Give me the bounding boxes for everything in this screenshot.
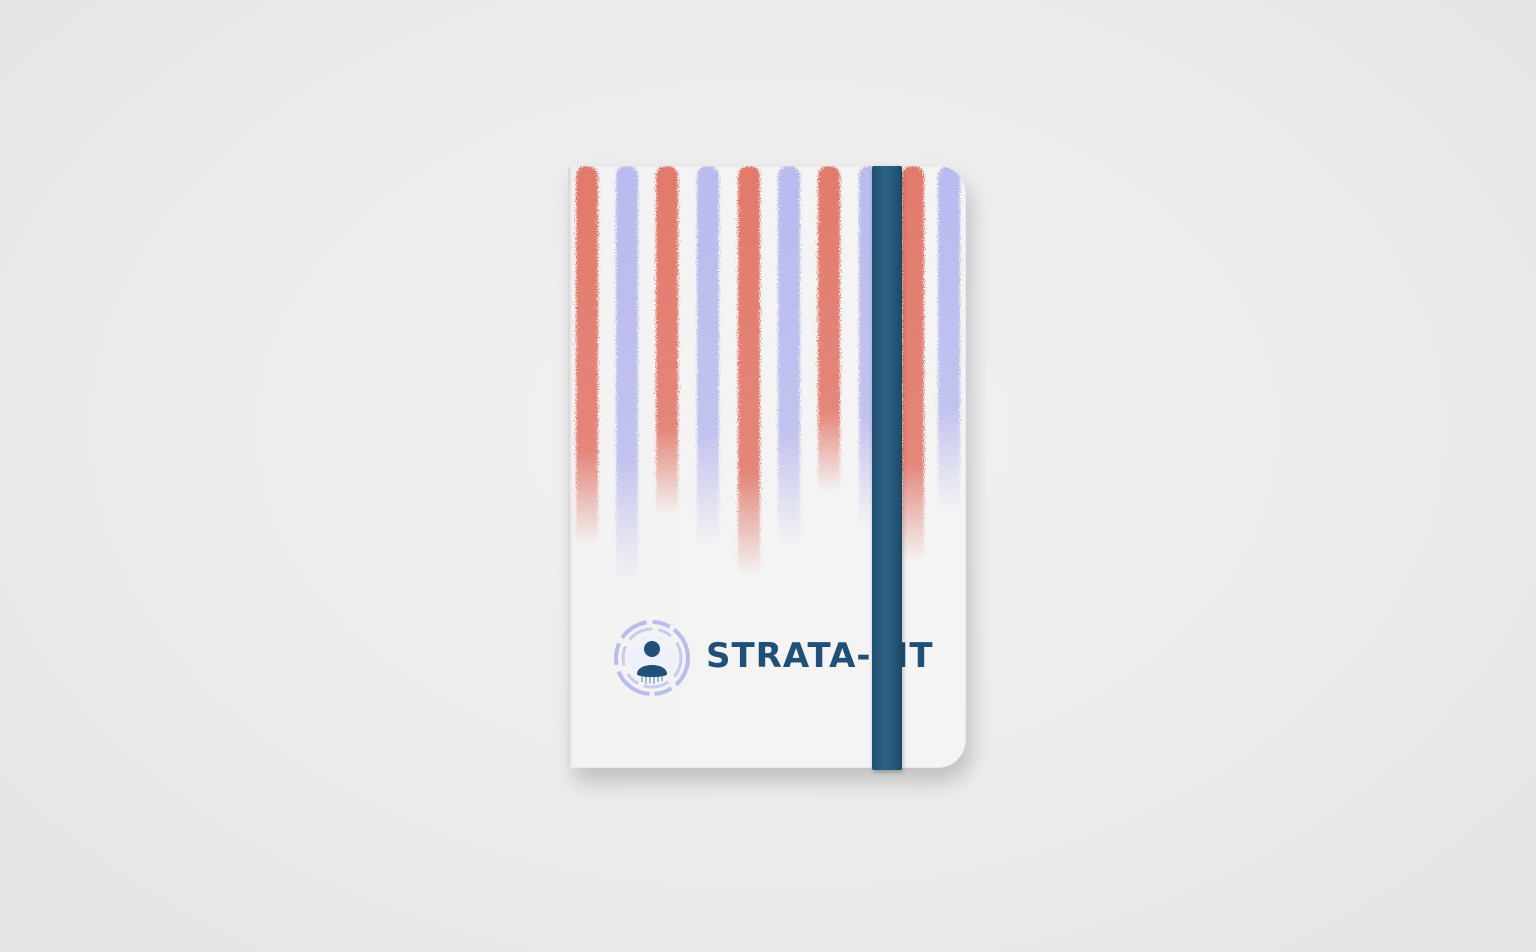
stripe-lavender-5 <box>938 166 960 512</box>
stripe-lavender-1 <box>616 166 638 582</box>
stripe-lavender-2 <box>697 166 719 546</box>
person-in-circle-icon <box>614 620 690 696</box>
stripe-lavender-3 <box>778 166 800 546</box>
stripe-coral-3 <box>738 166 760 576</box>
stripe-coral-1 <box>576 166 598 546</box>
stripe-coral-5 <box>902 166 924 562</box>
notebook-cover: STRATA-FIT <box>568 166 966 768</box>
stripe-coral-4 <box>818 166 840 492</box>
stripe-coral-2 <box>656 166 678 516</box>
background-surface: STRATA-FIT <box>0 0 1536 952</box>
elastic-band <box>872 166 902 770</box>
